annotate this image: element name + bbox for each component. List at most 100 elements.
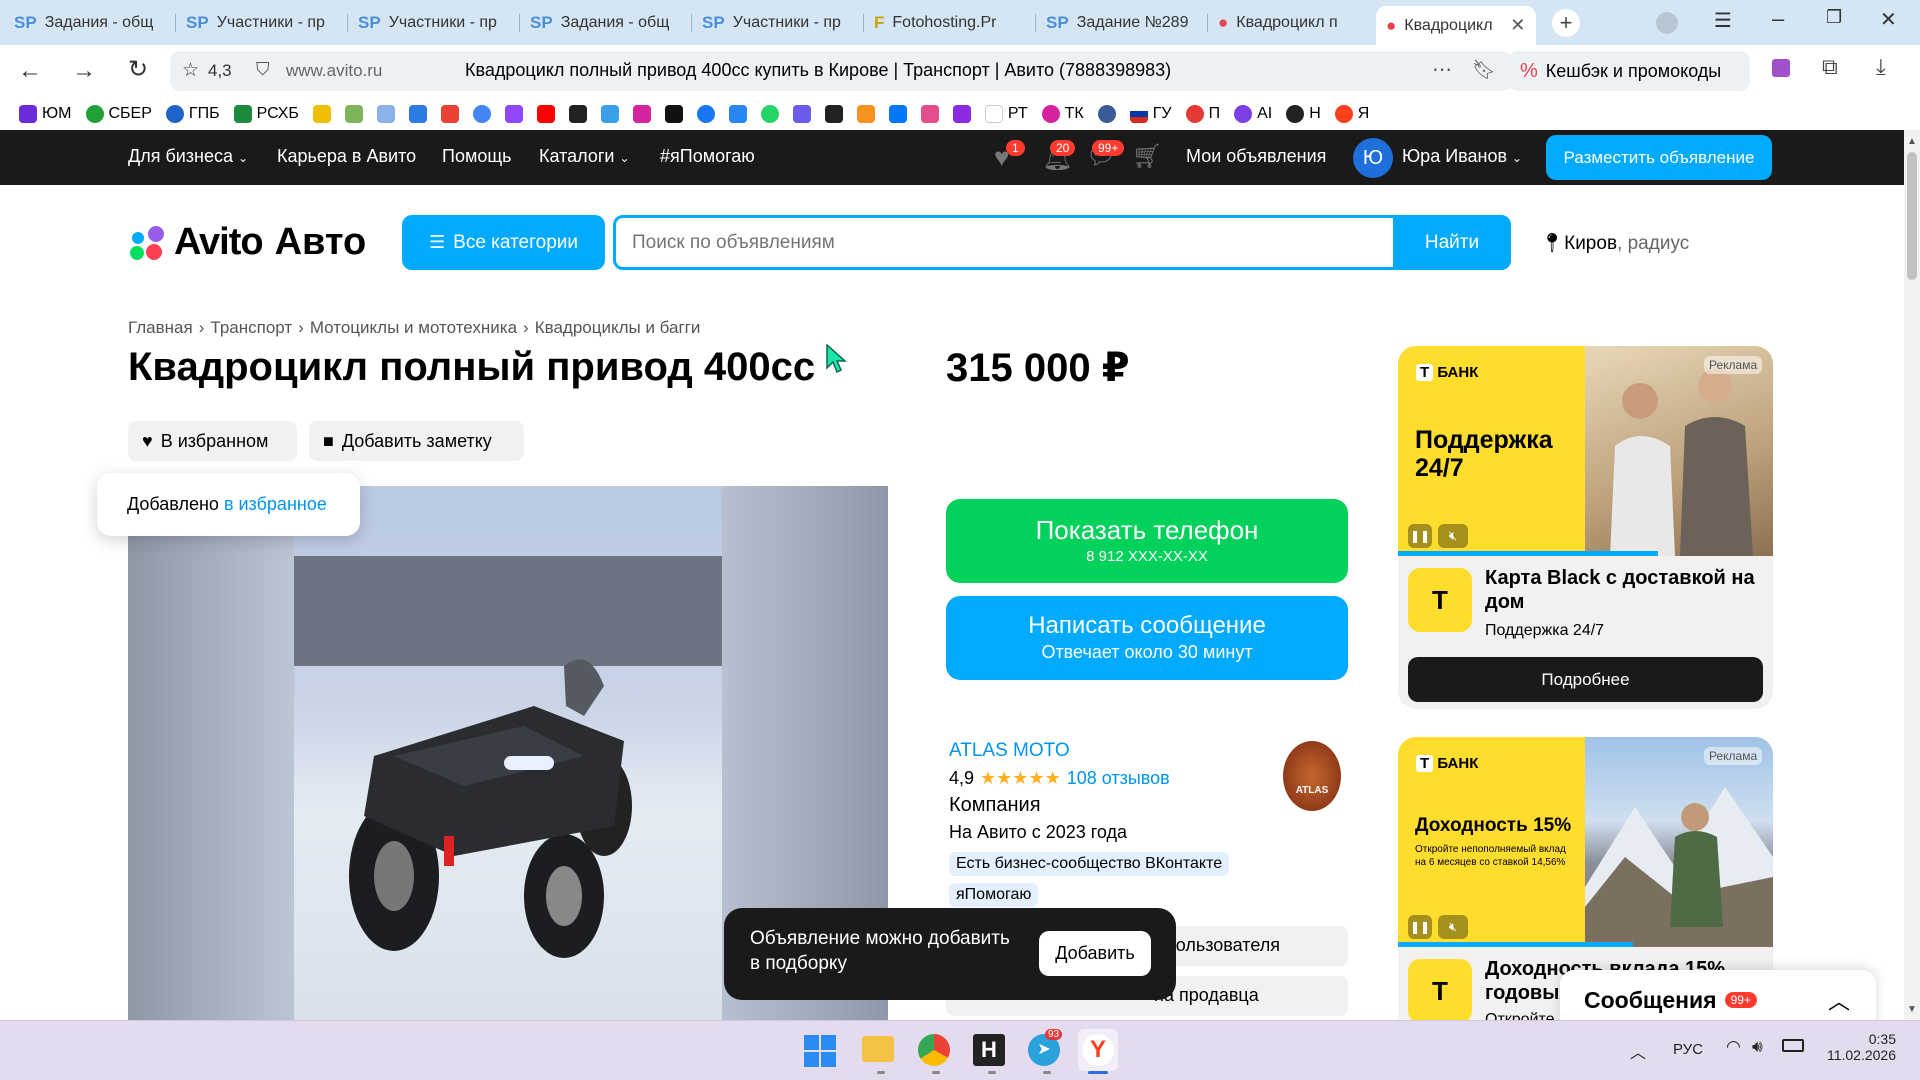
reviews-link[interactable]: 108 отзывов xyxy=(1067,768,1170,789)
bookmark-plus[interactable] xyxy=(820,101,848,127)
bookmark-apps[interactable] xyxy=(916,101,944,127)
bookmark-gmail[interactable] xyxy=(436,101,464,127)
bookmark-ok[interactable] xyxy=(852,101,880,127)
breadcrumb-quads[interactable]: Квадроциклы и багги xyxy=(535,318,701,338)
bookmark-p2[interactable]: П xyxy=(1181,101,1226,127)
bookmark-emblem[interactable] xyxy=(1093,101,1121,127)
breadcrumb-home[interactable]: Главная xyxy=(128,318,193,338)
bookmark-vk[interactable] xyxy=(884,101,912,127)
cashback-button[interactable]: % Кешбэк и промокоды xyxy=(1508,51,1750,91)
reload-icon[interactable]: ↻ xyxy=(128,55,148,84)
bookmark-google[interactable] xyxy=(468,101,496,127)
file-explorer-icon[interactable] xyxy=(862,1036,894,1062)
bookmark-twitch[interactable] xyxy=(500,101,528,127)
wifi-icon[interactable]: ◠ xyxy=(1726,1037,1741,1057)
ihelp-link[interactable]: #яПомогаю xyxy=(660,146,755,167)
bookmark-vk-video[interactable] xyxy=(724,101,752,127)
favorite-button[interactable]: ♥ В избранном xyxy=(128,421,297,461)
bookmark-site[interactable] xyxy=(340,101,368,127)
breadcrumb-transport[interactable]: Транспорт xyxy=(210,318,292,338)
bookmark-rshb[interactable]: РСХБ xyxy=(229,101,304,127)
business-menu[interactable]: Для бизнеса ⌄ xyxy=(128,146,248,167)
url-field[interactable]: ☆ 4,3 ⛉ www.avito.ru Квадроцикл полный п… xyxy=(170,51,1512,91)
bookmark-instagram[interactable] xyxy=(628,101,656,127)
browser-tab[interactable]: SP Участники - пр xyxy=(176,6,346,40)
bookmark-fotohosting[interactable] xyxy=(308,101,336,127)
location-selector[interactable]: 📍︎Киров, радиус xyxy=(1540,231,1689,255)
mute-icon[interactable]: 🔇︎ xyxy=(1438,524,1468,548)
bookmark-sp[interactable] xyxy=(372,101,400,127)
write-message-button[interactable]: Написать сообщение Отвечает около 30 мин… xyxy=(946,596,1348,680)
app-h-icon[interactable]: H xyxy=(973,1034,1005,1066)
browser-tab[interactable]: SP Задания - общ xyxy=(4,6,174,40)
scroll-down-icon[interactable]: ▼ xyxy=(1907,1004,1917,1015)
clock[interactable]: 0:35 11.02.2026 xyxy=(1826,1031,1896,1063)
mute-icon[interactable]: 🔇︎ xyxy=(1438,915,1468,939)
pause-icon[interactable]: ❚❚ xyxy=(1408,915,1432,939)
my-ads-link[interactable]: Мои объявления xyxy=(1186,146,1326,167)
bookmark-icon[interactable]: 🔖︎ xyxy=(1472,58,1496,82)
browser-tab[interactable]: SP Задание №289 xyxy=(1036,6,1206,40)
search-button[interactable]: Найти xyxy=(1393,215,1511,270)
profile-icon[interactable] xyxy=(1656,12,1678,34)
help-link[interactable]: Помощь xyxy=(442,146,512,167)
bookmark-app[interactable] xyxy=(596,101,624,127)
browser-tab[interactable]: SP Участники - пр xyxy=(348,6,518,40)
browser-tab[interactable]: SP Задания - общ xyxy=(520,6,690,40)
language-indicator[interactable]: РУС xyxy=(1673,1041,1703,1058)
bookmark-facebook[interactable] xyxy=(692,101,720,127)
bookmark-t[interactable] xyxy=(788,101,816,127)
bookmark-rt[interactable]: РТ xyxy=(980,101,1033,127)
chevron-up-icon[interactable]: ︿ xyxy=(1828,984,1850,1016)
toast-favorites-link[interactable]: в избранное xyxy=(224,494,327,515)
browser-tab[interactable]: SP Участники - пр xyxy=(692,6,862,40)
bookmark-whatsapp[interactable] xyxy=(756,101,784,127)
chevron-up-icon[interactable]: ︿ xyxy=(1630,1039,1646,1063)
extensions-icon[interactable]: ⧉ xyxy=(1822,54,1838,80)
browser-tab[interactable]: ● Квадроцикл п xyxy=(1208,6,1376,40)
avatar[interactable]: Ю xyxy=(1353,138,1393,178)
battery-icon[interactable] xyxy=(1782,1039,1804,1052)
catalogs-menu[interactable]: Каталоги ⌄ xyxy=(539,146,630,167)
breadcrumb-moto[interactable]: Мотоциклы и мототехника xyxy=(310,318,517,338)
bookmark-yoomoney[interactable]: ЮМ xyxy=(14,101,77,127)
browser-tab[interactable]: F Fotohosting.Pr xyxy=(864,6,1034,40)
ad-label[interactable]: Реклама xyxy=(1704,747,1763,765)
taskbar-active-app[interactable]: Y xyxy=(1078,1029,1118,1071)
add-note-button[interactable]: ■ Добавить заметку xyxy=(309,421,524,461)
scroll-thumb[interactable] xyxy=(1907,152,1917,280)
career-link[interactable]: Карьера в Авито xyxy=(277,146,416,167)
cart-icon[interactable]: 🛒︎ xyxy=(1132,142,1162,171)
bookmark-mail[interactable] xyxy=(404,101,432,127)
all-categories-button[interactable]: ☰ Все категории xyxy=(402,215,605,270)
bookmark-n[interactable]: Н xyxy=(1281,101,1326,127)
bookmark-rutube[interactable] xyxy=(564,101,592,127)
back-icon[interactable]: ← xyxy=(18,57,42,85)
volume-icon[interactable]: 🔊︎ xyxy=(1752,1037,1763,1057)
post-ad-button[interactable]: Разместить объявление xyxy=(1546,135,1772,180)
new-tab-button[interactable]: + xyxy=(1552,9,1580,37)
page-scrollbar[interactable]: ▲ ▼ xyxy=(1904,130,1920,1020)
bookmark-ya[interactable]: Я xyxy=(1330,101,1375,127)
seller-name[interactable]: ATLAS MOTO xyxy=(949,740,1070,762)
ad-more-button[interactable]: Подробнее xyxy=(1408,657,1763,702)
start-windows-icon[interactable] xyxy=(804,1035,836,1067)
show-phone-button[interactable]: Показать телефон 8 912 XXX-XX-XX xyxy=(946,499,1348,583)
minimize-icon[interactable]: – xyxy=(1772,6,1784,32)
messages-widget[interactable]: Сообщения 99+ ︿ xyxy=(1560,970,1876,1020)
add-to-collection-button[interactable]: Добавить xyxy=(1039,931,1151,976)
bookmark-youtube[interactable] xyxy=(532,101,560,127)
bookmark-gpb[interactable]: ГПБ xyxy=(161,101,225,127)
menu-icon[interactable]: ☰ xyxy=(1714,8,1732,33)
bookmark-ai[interactable]: AI xyxy=(1229,101,1277,127)
forward-icon[interactable]: → xyxy=(72,57,96,85)
bookmark-p[interactable] xyxy=(948,101,976,127)
ad-card-tbank-card[interactable]: T БАНК Поддержка 24/7 Реклама ❚❚ 🔇︎ T Ка… xyxy=(1398,346,1773,709)
bookmark-tk[interactable]: ТК xyxy=(1037,101,1089,127)
search-input[interactable] xyxy=(632,228,1222,258)
gallery-icon[interactable] xyxy=(1772,59,1790,77)
seller-logo[interactable]: ATLAS xyxy=(1283,741,1341,811)
bookmark-tiktok[interactable] xyxy=(660,101,688,127)
scroll-up-icon[interactable]: ▲ xyxy=(1907,136,1917,147)
close-window-icon[interactable]: ✕ xyxy=(1880,7,1897,32)
